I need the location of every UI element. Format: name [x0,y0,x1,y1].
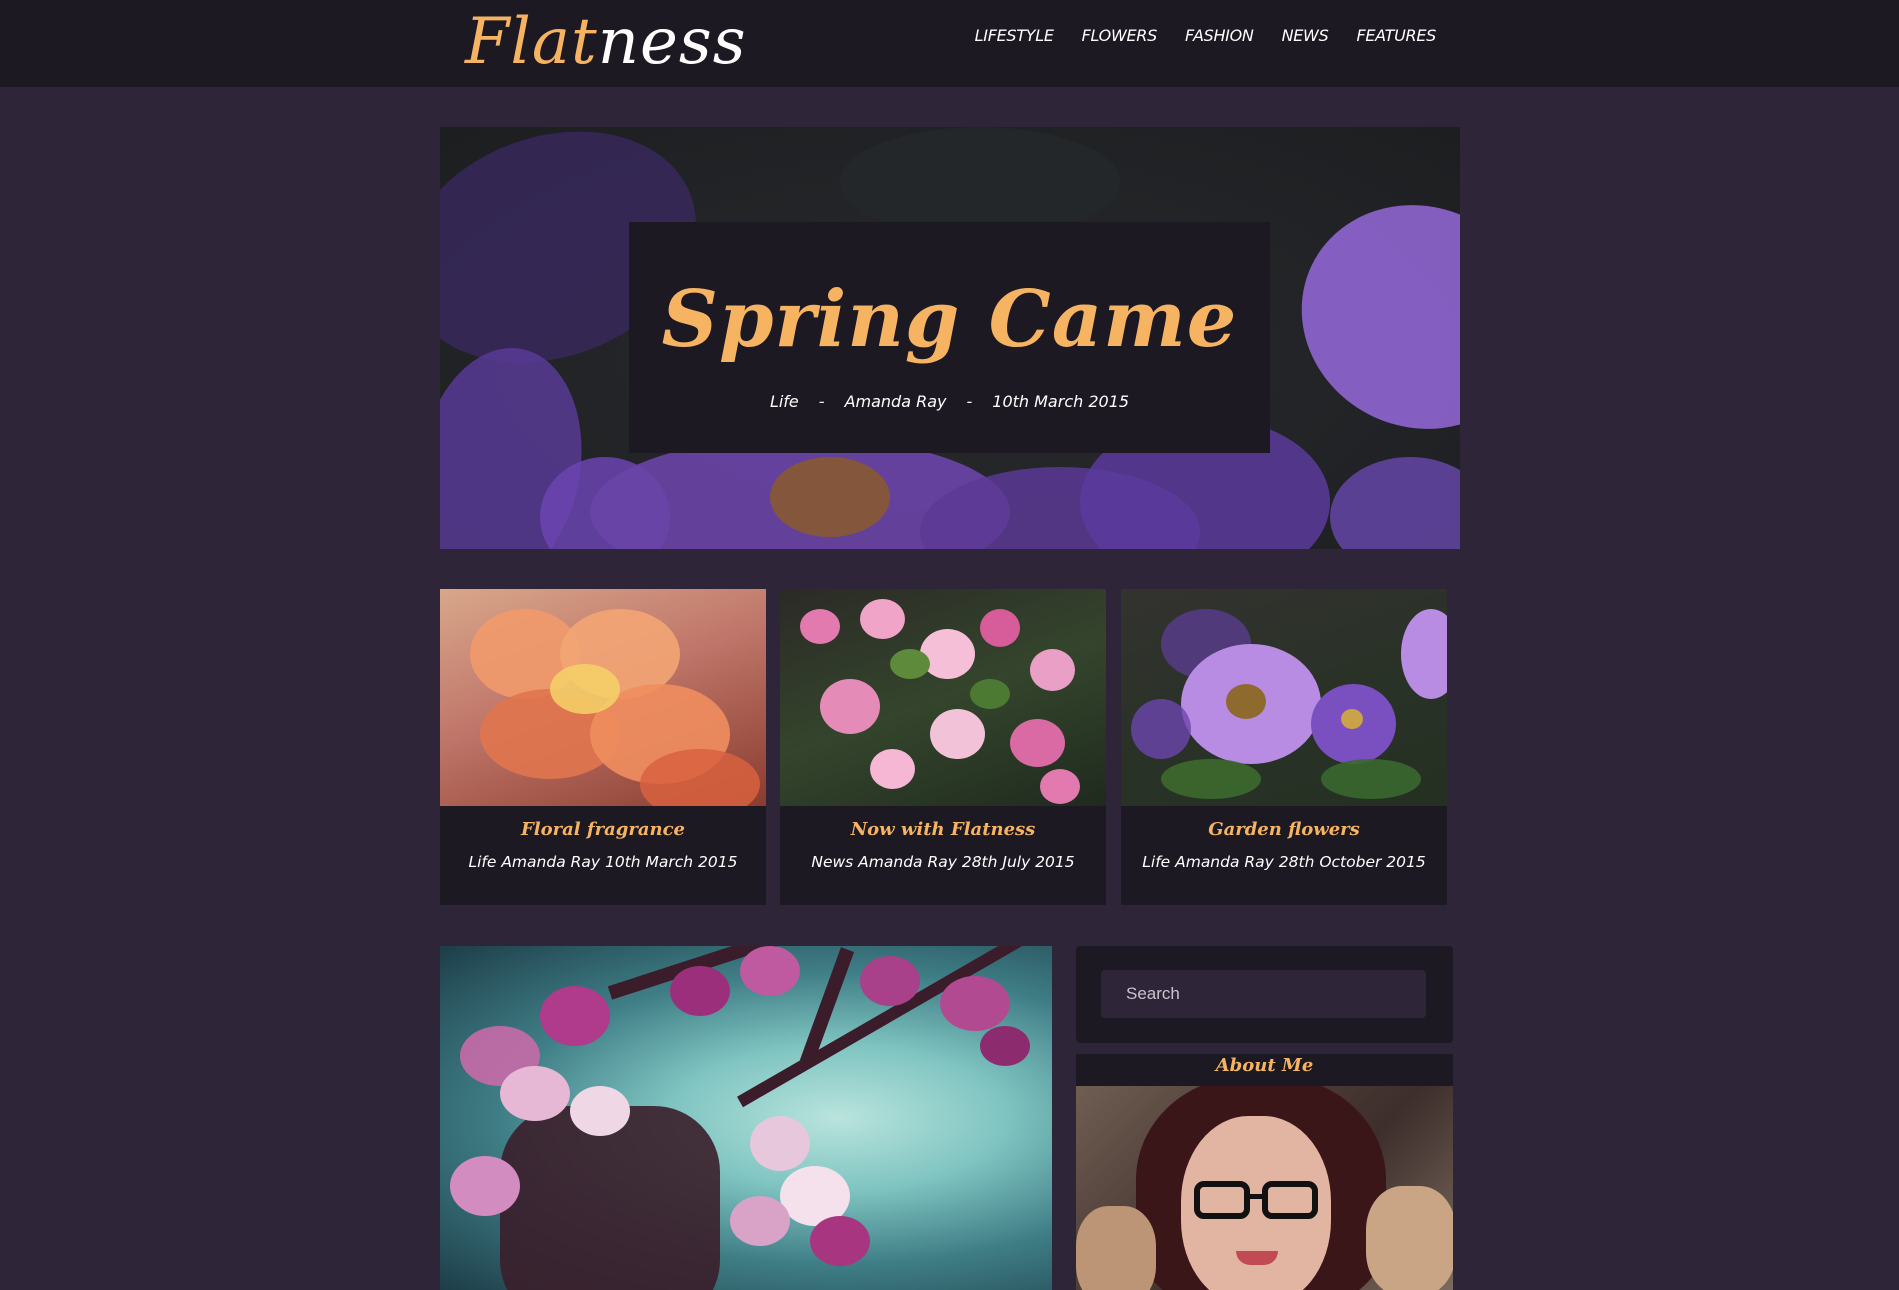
hero-title[interactable]: Spring Came [629,270,1270,370]
hero-date: 10th March 2015 [992,392,1130,411]
post-card-title[interactable]: Now with Flatness [780,819,1106,840]
logo-text-flat: Flat [465,5,598,79]
hero-meta: Life - Amanda Ray - 10th March 2015 [629,392,1270,411]
nav-item-news[interactable]: NEWS [1282,26,1329,45]
nav-item-flowers[interactable]: FLOWERS [1082,26,1158,45]
post-card-image[interactable] [440,589,766,806]
nav-item-features[interactable]: FEATURES [1356,26,1436,45]
nav-item-fashion[interactable]: FASHION [1185,26,1254,45]
meta-separator: - [818,392,825,411]
meta-separator: - [966,392,973,411]
post-card[interactable]: Garden flowers Life Amanda Ray 28th Octo… [1121,589,1447,905]
post-card-meta: Life Amanda Ray 28th October 2015 [1142,853,1426,871]
site-logo[interactable]: Flatness [465,2,747,82]
post-card[interactable]: Now with Flatness News Amanda Ray 28th J… [780,589,1106,905]
post-card-meta: Life Amanda Ray 10th March 2015 [468,853,738,871]
about-me-header: About Me [1076,1054,1453,1086]
post-card-image[interactable] [1121,589,1447,806]
hero-author[interactable]: Amanda Ray [845,392,947,411]
site-header: Flatness LIFESTYLE FLOWERS FASHION NEWS … [0,0,1899,87]
hero-title-box: Spring Came Life - Amanda Ray - 10th Mar… [629,222,1270,453]
main-nav: LIFESTYLE FLOWERS FASHION NEWS FEATURES [975,26,1437,45]
logo-text-ness: ness [597,5,747,79]
about-me-title: About Me [1215,1055,1314,1076]
post-card[interactable]: Floral fragrance Life Amanda Ray 10th Ma… [440,589,766,905]
post-card-title[interactable]: Garden flowers [1121,819,1447,840]
post-card-image[interactable] [780,589,1106,806]
post-featured-image[interactable] [440,946,1052,1290]
hero-featured-post[interactable]: Spring Came Life - Amanda Ray - 10th Mar… [440,127,1460,549]
search-widget [1076,946,1453,1043]
about-me-photo [1076,1086,1453,1290]
post-card-title[interactable]: Floral fragrance [440,819,766,840]
hero-category[interactable]: Life [770,392,799,411]
search-input[interactable] [1101,970,1426,1018]
post-card-meta: News Amanda Ray 28th July 2015 [811,853,1075,871]
nav-item-lifestyle[interactable]: LIFESTYLE [975,26,1054,45]
